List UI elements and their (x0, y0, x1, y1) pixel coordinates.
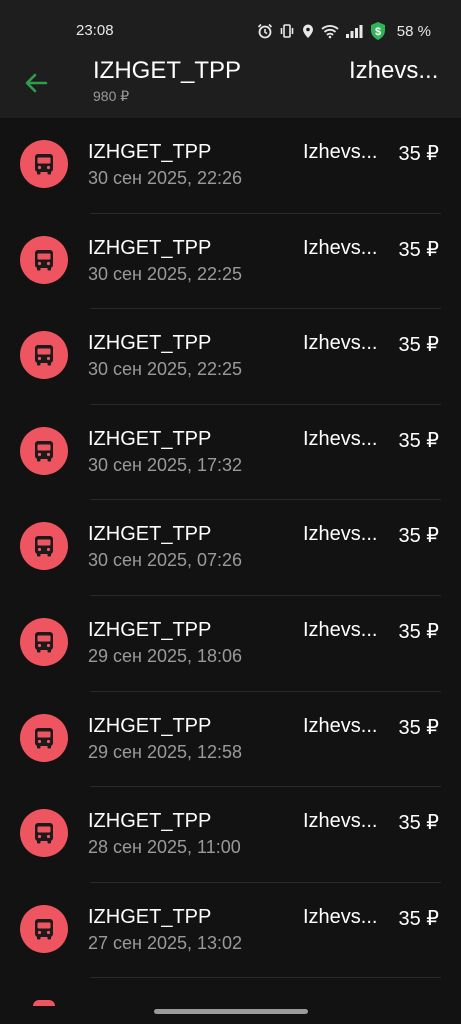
transaction-row[interactable]: IZHGET_TPP 30 сен 2025, 07:26 Izhevs... 35 … (0, 500, 461, 596)
status-time: 23:08 (76, 22, 114, 39)
transaction-date: 29 сен 2025, 18:06 (88, 645, 243, 666)
shield-dollar-icon: $ (370, 22, 385, 40)
transaction-merchant: IZHGET_TPP (88, 618, 212, 641)
transaction-amount: 35 ₽ (398, 143, 439, 165)
transaction-avatar (20, 235, 68, 284)
bus-icon (35, 918, 53, 940)
transaction-row[interactable]: IZHGET_TPP 30 сен 2025, 22:26 Izhevs... 35 … (0, 118, 461, 214)
transaction-row[interactable]: IZHGET_TPP 30 сен 2025, 22:25 Izhevs... 35 … (0, 214, 461, 310)
transaction-row[interactable]: IZHGET_TPP 29 сен 2025, 18:06 Izhevs... 35 … (0, 596, 461, 692)
transaction-amount: 35 ₽ (398, 429, 439, 452)
alarm-icon (257, 23, 272, 39)
bus-icon (35, 154, 53, 175)
transaction-avatar (20, 426, 68, 475)
arrow-left-icon (25, 73, 48, 93)
bus-icon (35, 249, 53, 271)
transaction-amount: 35 ₽ (398, 238, 439, 261)
svg-text:$: $ (375, 26, 381, 38)
transaction-row[interactable]: IZHGET_TPP 30 сен 2025, 22:25 Izhevs... 35 … (0, 309, 461, 405)
vibrate-icon (280, 24, 294, 38)
transaction-merchant: IZHGET_TPP (88, 427, 212, 450)
transaction-merchant: IZHGET_TPP (88, 332, 212, 355)
bus-icon (35, 727, 53, 749)
bus-icon (35, 345, 53, 366)
bus-icon (35, 631, 53, 653)
transaction-merchant: IZHGET_TPP (88, 141, 212, 163)
wifi-icon (321, 25, 339, 39)
transaction-amount: 35 ₽ (398, 907, 439, 930)
row-divider (90, 977, 441, 979)
transaction-amount: 35 ₽ (398, 620, 439, 643)
transaction-date: 29 сен 2025, 12:58 (88, 741, 243, 762)
transaction-date: 30 сен 2025, 22:25 (88, 263, 243, 284)
transaction-city: Izhevs... (303, 905, 378, 928)
transaction-city: Izhevs... (303, 236, 378, 259)
transaction-city: Izhevs... (303, 427, 378, 450)
transaction-amount: 35 ₽ (398, 334, 439, 357)
transaction-row[interactable]: IZHGET_TPP 29 сен 2025, 12:58 Izhevs... 35 … (0, 692, 461, 788)
transaction-avatar (20, 140, 68, 188)
bus-icon (35, 440, 53, 462)
transaction-row[interactable]: IZHGET_TPP 28 сен 2025, 11:00 Izhevs... 35 … (0, 787, 461, 883)
transaction-city: Izhevs... (303, 810, 378, 833)
location-icon (302, 24, 313, 38)
transaction-avatar (20, 617, 68, 666)
header-city: Izhevs... (349, 57, 439, 84)
home-indicator[interactable] (154, 1009, 308, 1014)
transaction-date: 30 сен 2025, 22:26 (88, 168, 243, 188)
transaction-amount: 35 ₽ (398, 525, 439, 548)
battery-level: 58 % (396, 22, 431, 40)
transaction-avatar (20, 904, 68, 953)
transaction-merchant: IZHGET_TPP (88, 810, 212, 833)
app-header: IZHGET_TPP 980 ₽ Izhevs... (0, 57, 461, 118)
transaction-date: 28 сен 2025, 11:00 (88, 837, 241, 858)
transaction-date: 30 сен 2025, 07:26 (88, 550, 243, 571)
transaction-city: Izhevs... (303, 523, 378, 546)
transaction-avatar (20, 809, 68, 858)
transaction-date: 30 сен 2025, 22:25 (88, 359, 243, 380)
bus-icon (35, 823, 53, 844)
transaction-avatar (20, 522, 68, 571)
transaction-date: 27 сен 2025, 13:02 (88, 932, 243, 953)
transaction-amount: 35 ₽ (398, 812, 439, 835)
transaction-merchant: IZHGET_TPP (88, 714, 212, 737)
back-button[interactable] (22, 68, 52, 98)
bus-icon (35, 536, 53, 557)
transaction-row[interactable]: IZHGET_TPP 30 сен 2025, 17:32 Izhevs... 35 … (0, 405, 461, 501)
transaction-amount: 35 ₽ (398, 716, 439, 739)
transaction-city: Izhevs... (303, 618, 378, 641)
transaction-date: 30 сен 2025, 17:32 (88, 454, 243, 475)
transaction-list: IZHGET_TPP 30 сен 2025, 22:26 Izhevs... 35 … (0, 118, 461, 979)
status-icons: $ 58 % (257, 21, 431, 41)
transaction-merchant: IZHGET_TPP (88, 905, 212, 928)
transaction-row[interactable]: IZHGET_TPP 27 сен 2025, 13:02 Izhevs... 35 … (0, 883, 461, 979)
transaction-city: Izhevs... (303, 332, 378, 355)
page-title: IZHGET_TPP (93, 57, 242, 84)
transaction-city: Izhevs... (303, 714, 378, 737)
transaction-avatar (20, 331, 68, 380)
partial-list-item (33, 1000, 55, 1006)
total-amount: 980 ₽ (93, 88, 130, 104)
signal-icon (345, 25, 363, 38)
transaction-merchant: IZHGET_TPP (88, 236, 212, 259)
status-bar: 23:08 $ 58 % (0, 0, 461, 60)
transaction-merchant: IZHGET_TPP (88, 523, 212, 546)
transaction-avatar (20, 713, 68, 762)
transaction-city: Izhevs... (303, 141, 378, 163)
